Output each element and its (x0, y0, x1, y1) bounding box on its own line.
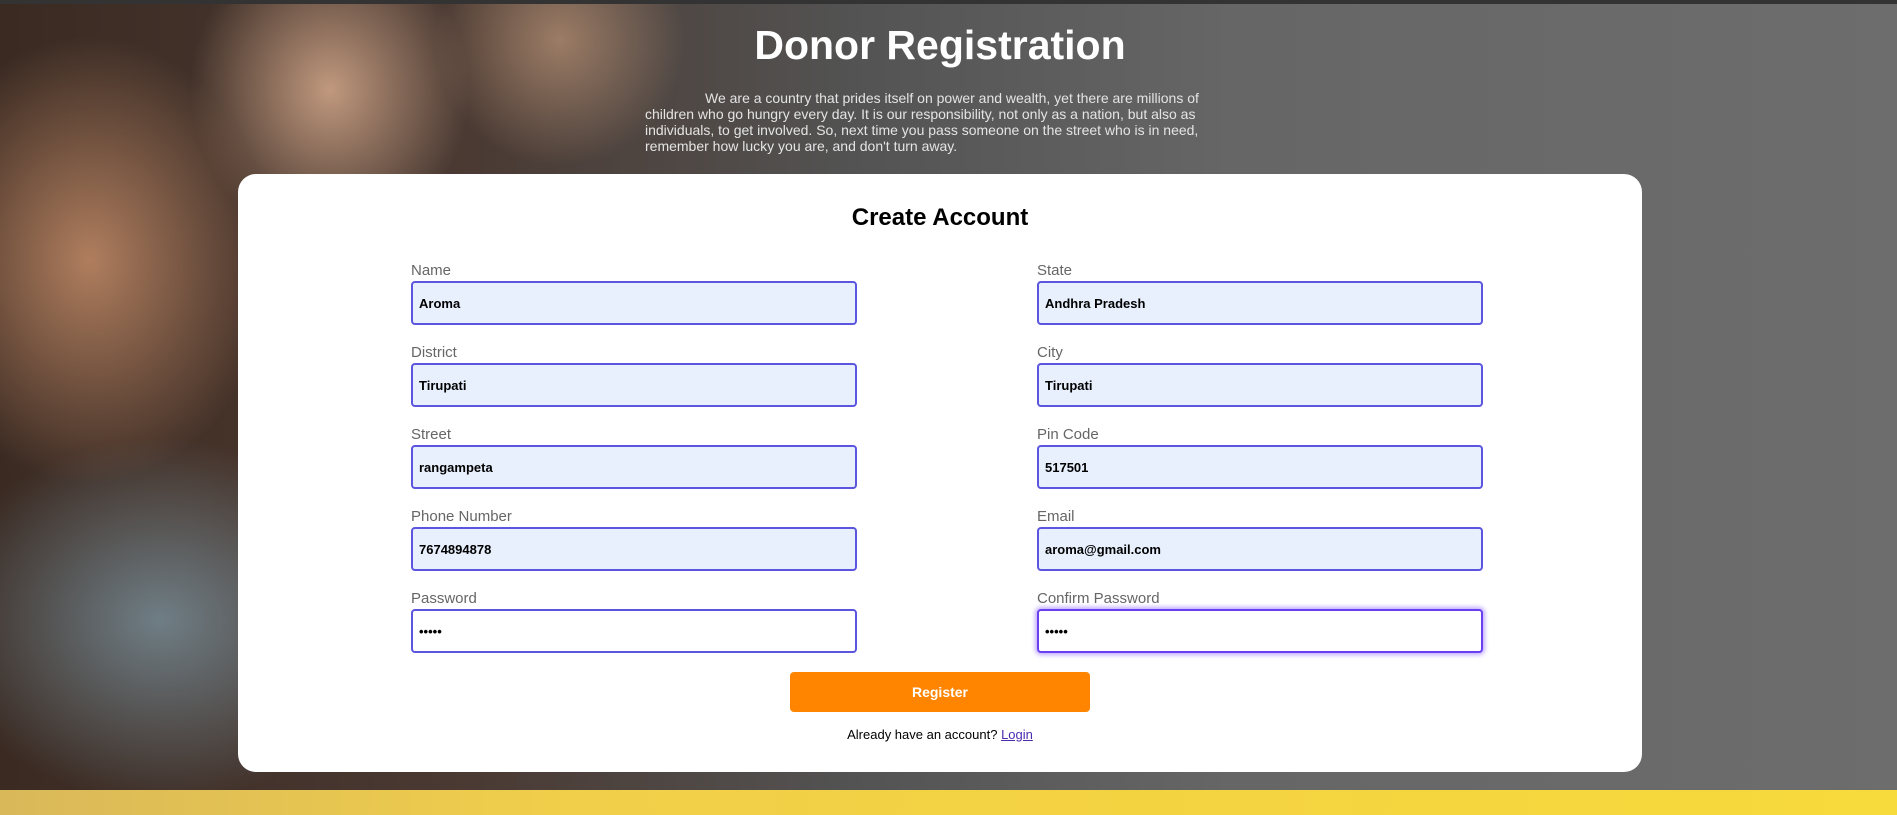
intro-text: We are a country that prides itself on p… (645, 90, 1199, 154)
confirm-password-label: Confirm Password (1037, 590, 1160, 607)
phone-label: Phone Number (411, 508, 512, 525)
registration-card: Create Account Name State District City … (238, 174, 1642, 772)
pincode-field: Pin Code (1037, 426, 1483, 489)
state-field: State (1037, 262, 1483, 325)
login-link[interactable]: Login (1001, 727, 1033, 742)
pincode-input[interactable] (1037, 445, 1483, 489)
state-input[interactable] (1037, 281, 1483, 325)
email-label: Email (1037, 508, 1075, 525)
register-button[interactable]: Register (790, 672, 1090, 712)
password-field: Password (411, 590, 857, 653)
confirm-password-input[interactable] (1037, 609, 1483, 653)
street-field: Street (411, 426, 857, 489)
login-prompt-text: Already have an account? (847, 727, 998, 742)
state-label: State (1037, 262, 1073, 279)
street-label: Street (411, 426, 452, 443)
top-border (0, 0, 1897, 4)
city-field: City (1037, 344, 1483, 407)
name-field: Name (411, 262, 857, 325)
email-field: Email (1037, 508, 1483, 571)
pincode-label: Pin Code (1037, 426, 1099, 443)
district-field: District (411, 344, 857, 407)
district-label: District (411, 344, 457, 361)
district-input[interactable] (411, 363, 857, 407)
city-label: City (1037, 344, 1063, 361)
name-input[interactable] (411, 281, 857, 325)
background-footer-strip (0, 790, 1897, 815)
form-title: Create Account (851, 204, 1029, 231)
email-input[interactable] (1037, 527, 1483, 571)
login-prompt-row: Already have an account? Login (238, 727, 1642, 742)
phone-input[interactable] (411, 527, 857, 571)
password-label: Password (411, 590, 477, 607)
page-title: Donor Registration (754, 22, 1126, 68)
city-input[interactable] (1037, 363, 1483, 407)
password-input[interactable] (411, 609, 857, 653)
confirm-password-field: Confirm Password (1037, 590, 1483, 653)
name-label: Name (411, 262, 452, 279)
street-input[interactable] (411, 445, 857, 489)
phone-field: Phone Number (411, 508, 857, 571)
